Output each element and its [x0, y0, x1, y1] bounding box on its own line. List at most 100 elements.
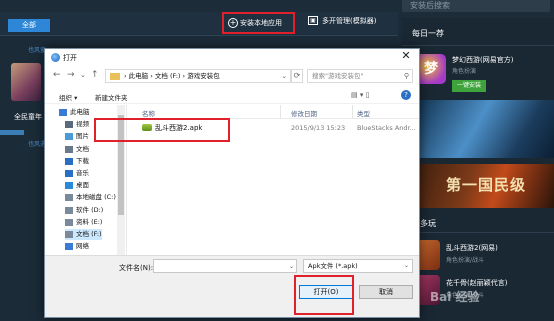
nav-pane-item[interactable]: 下载: [65, 156, 89, 167]
filetype-select[interactable]: Apk文件 (*.apk) ⌄: [303, 259, 413, 273]
highlight-box-file: [94, 118, 230, 142]
address-bar[interactable]: › 此电脑 › 文档 (F:) › 游戏安装包 ⌄: [105, 69, 291, 83]
desktop-icon: [65, 182, 73, 190]
recent-locations-button[interactable]: ⌄: [80, 70, 86, 80]
app-thumbnail[interactable]: [11, 63, 41, 101]
file-date: 2015/9/13 15:23: [291, 124, 346, 132]
music-icon: [65, 170, 73, 177]
nav-pane-item[interactable]: 图片: [65, 131, 89, 142]
column-type-header[interactable]: 类型: [357, 108, 370, 118]
nav-pane-item[interactable]: 此电脑: [59, 107, 90, 118]
game-name[interactable]: 花千骨(赵丽颖代言): [446, 278, 507, 288]
search-icon: ⚲: [403, 72, 409, 80]
tab-all[interactable]: 全部: [8, 19, 50, 32]
baidu-watermark: Bai 经验: [430, 290, 480, 304]
nav-pane-item[interactable]: 文档 (F:): [65, 229, 102, 240]
nav-pane-item-label: 桌面: [76, 181, 89, 190]
back-button[interactable]: ←: [53, 70, 61, 80]
search-placeholder: 搜索"游戏安装包": [312, 72, 364, 80]
windows-icon: ▣: [308, 16, 318, 25]
download-icon: [65, 157, 73, 165]
nav-pane-item-label: 本地磁盘 (C:): [76, 193, 116, 202]
divider: [402, 232, 554, 233]
filename-input[interactable]: [153, 259, 297, 273]
dialog-titlebar: 打开 ✕: [45, 49, 419, 65]
plus-circle-icon: +: [228, 18, 238, 28]
column-separator[interactable]: [280, 105, 281, 119]
folder-search-input[interactable]: 搜索"游戏安装包" ⚲: [307, 69, 413, 83]
nav-pane-item-label: 音乐: [76, 169, 89, 177]
folder-icon: [110, 73, 120, 80]
drive-icon: [65, 218, 73, 226]
filename-dropdown-icon[interactable]: ⌄: [289, 263, 294, 270]
game-banner[interactable]: 第一国民级: [412, 164, 554, 208]
game-name[interactable]: 梦幻西游(网易官方): [452, 55, 513, 65]
document-icon: [65, 145, 73, 153]
recommend-panel: 每日一荐 梦 梦幻西游(网易官方) 角色扮演 一键安装 第一国民级 更多玩 乱斗…: [402, 18, 554, 321]
one-click-install-button[interactable]: 一键安装: [452, 80, 486, 92]
navigation-bar: ← → ⌄ ↑ › 此电脑 › 文档 (F:) › 游戏安装包 ⌄ ⟳ 搜索"游…: [45, 66, 419, 86]
app-thumbnail-label: 全民童年: [14, 113, 42, 121]
filetype-value: Apk文件 (*.apk): [308, 262, 358, 270]
game-icon[interactable]: 梦: [416, 54, 446, 84]
drive-icon: [65, 231, 73, 238]
forward-button[interactable]: →: [67, 70, 75, 80]
app-search-input[interactable]: 安装后搜索: [402, 0, 550, 12]
pc-icon: [59, 109, 67, 116]
nav-pane-item[interactable]: 音乐: [65, 168, 89, 179]
nav-pane-item-label: 网络: [76, 242, 89, 251]
column-separator[interactable]: [352, 105, 353, 119]
game-name[interactable]: 乱斗西游2(网易): [446, 243, 498, 253]
nav-pane-item[interactable]: 桌面: [65, 180, 89, 191]
nav-pane-item-label: 文档: [76, 144, 89, 153]
nav-pane-item-label: 视频: [76, 120, 89, 129]
nav-pane-item-label: 下载: [76, 156, 89, 165]
video-icon: [65, 121, 73, 129]
view-options-button[interactable]: ▤ ▾ ▯: [351, 91, 369, 99]
banner-text: 第一国民级: [446, 176, 527, 194]
install-local-app-label: 安装本地应用: [240, 19, 282, 27]
bluestacks-icon: [51, 53, 60, 62]
highlight-box-open: [294, 275, 354, 315]
network-icon: [65, 243, 73, 251]
game-category: 角色扮演: [452, 68, 477, 75]
nav-pane-item-label: 文档 (F:): [76, 230, 102, 238]
nav-pane-item-label: 软件 (D:): [76, 205, 104, 214]
install-local-app-button[interactable]: + 安装本地应用: [222, 12, 295, 34]
nav-pane-item[interactable]: 本地磁盘 (C:): [65, 192, 116, 203]
column-date-header[interactable]: 修改日期: [291, 108, 317, 118]
drive-icon: [65, 206, 73, 214]
organize-menu[interactable]: 组织 ▾: [59, 92, 77, 102]
new-folder-button[interactable]: 新建文件夹: [95, 92, 128, 102]
filename-label: 文件名(N):: [119, 264, 154, 272]
refresh-button[interactable]: ⟳: [291, 69, 303, 83]
nav-pane-item[interactable]: 资料 (E:): [65, 217, 102, 228]
nav-pane-item[interactable]: 软件 (D:): [65, 205, 103, 216]
up-folder-button[interactable]: ↑: [91, 70, 99, 80]
left-accent-bar: [0, 130, 24, 135]
nav-pane-item[interactable]: 视频: [65, 119, 89, 130]
recommend-title: 每日一荐: [412, 29, 444, 38]
divider: [402, 45, 554, 46]
file-list-header: 名称 修改日期 类型: [128, 105, 419, 119]
command-bar: 组织 ▾ 新建文件夹 ▤ ▾ ▯ ?: [45, 87, 419, 104]
address-path: › 此电脑 › 文档 (F:) › 游戏安装包: [124, 72, 220, 80]
game-category: 角色扮演/战斗: [446, 257, 485, 264]
game-banner[interactable]: [412, 100, 554, 158]
drive-icon: [65, 194, 73, 202]
nav-pane-item[interactable]: 文档: [65, 144, 89, 155]
dialog-title: 打开: [63, 54, 77, 62]
chevron-down-icon: ⌄: [403, 262, 409, 269]
multi-instance-manager-button[interactable]: ▣ 多开管理(模拟器): [308, 16, 376, 26]
open-file-dialog: 打开 ✕ ← → ⌄ ↑ › 此电脑 › 文档 (F:) › 游戏安装包 ⌄ ⟳…: [44, 48, 420, 318]
nav-pane-item-label: 资料 (E:): [76, 217, 103, 226]
nav-pane-item[interactable]: 网络: [65, 241, 89, 252]
close-button[interactable]: ✕: [393, 49, 419, 63]
cancel-button[interactable]: 取消: [359, 285, 413, 299]
file-type: BlueStacks Andr...: [357, 124, 416, 132]
nav-pane-item-label: 此电脑: [70, 108, 90, 116]
column-name-header[interactable]: 名称: [142, 108, 155, 118]
multi-instance-manager-label: 多开管理(模拟器): [322, 17, 377, 25]
address-dropdown-icon[interactable]: ⌄: [282, 70, 287, 82]
help-button[interactable]: ?: [401, 90, 411, 100]
